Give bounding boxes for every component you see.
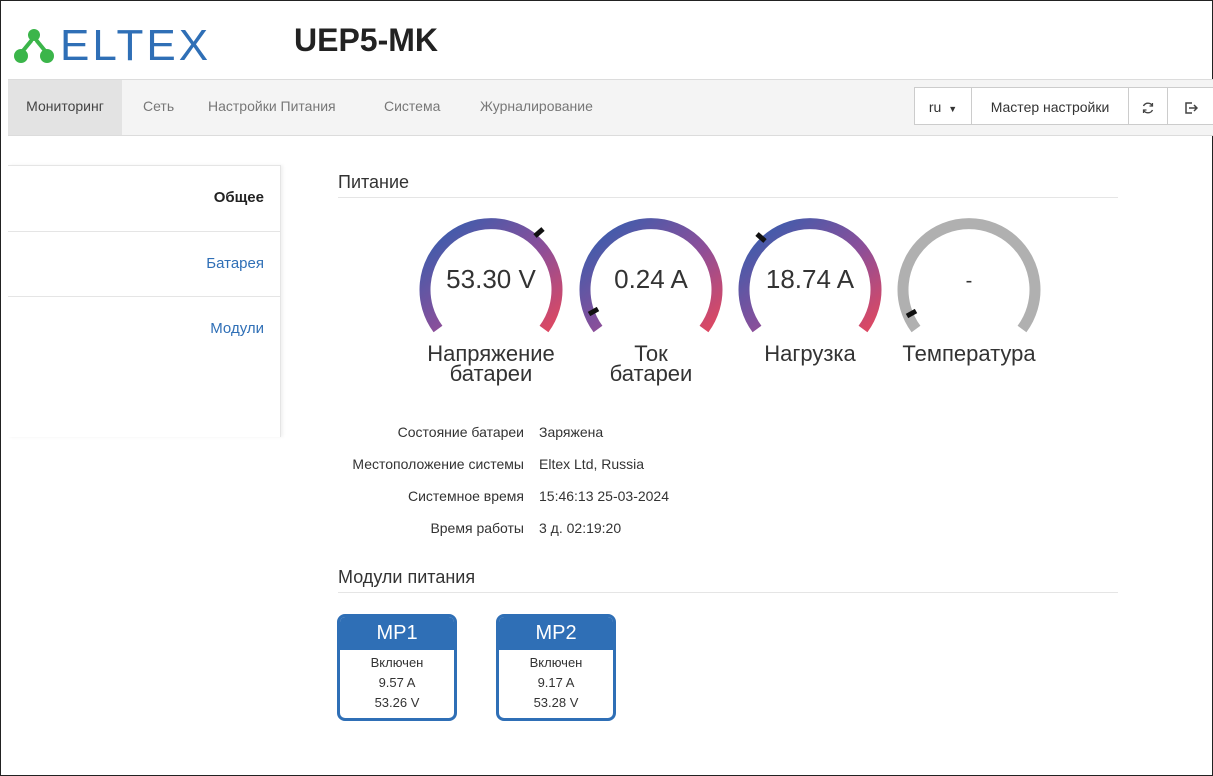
gauge-value: 18.74 A bbox=[765, 264, 855, 294]
module-voltage: 53.26 V bbox=[374, 695, 420, 710]
logout-icon bbox=[1184, 102, 1198, 115]
tab-logging[interactable]: Журналирование bbox=[480, 80, 593, 135]
info-label-location: Местоположение системы bbox=[352, 456, 524, 472]
info-label-system-time: Системное время bbox=[407, 488, 524, 504]
power-module-mp1[interactable]: MP1 Включен 9.57 A 53.26 V bbox=[337, 614, 457, 721]
sidebar-divider bbox=[8, 231, 280, 232]
caret-down-icon: ▼ bbox=[948, 104, 958, 114]
gauge-value: - bbox=[965, 270, 973, 292]
info-value-location: Eltex Ltd, Russia bbox=[539, 456, 645, 472]
sidebar-item-modules[interactable]: Модули bbox=[8, 320, 280, 337]
gauge-value: 0.24 A bbox=[614, 264, 688, 294]
module-voltage: 53.28 V bbox=[533, 695, 579, 710]
language-dropdown[interactable]: ru ▼ bbox=[914, 87, 972, 125]
logout-button[interactable] bbox=[1167, 87, 1213, 125]
gauge-label-line: батареи bbox=[449, 361, 533, 386]
module-current: 9.17 A bbox=[537, 675, 575, 690]
section-divider bbox=[338, 592, 1118, 593]
sidebar-item-general[interactable]: Общее bbox=[8, 189, 280, 206]
gauge-label: Температура bbox=[884, 341, 1054, 366]
sidebar: Общее Батарея Модули bbox=[8, 165, 281, 437]
sidebar-divider bbox=[8, 296, 280, 297]
logo-text: ELTEX bbox=[60, 21, 212, 70]
module-state: Включен bbox=[370, 655, 424, 670]
logo-icon bbox=[14, 29, 54, 63]
tab-system[interactable]: Система bbox=[384, 80, 440, 135]
tab-power-settings[interactable]: Настройки Питания bbox=[208, 80, 336, 135]
gauge-label-line: Температура bbox=[902, 341, 1036, 366]
gauge-label: Напряжение батареи bbox=[400, 343, 582, 386]
gauge-label-line: батареи bbox=[609, 361, 693, 386]
tab-network[interactable]: Сеть bbox=[143, 80, 174, 135]
gauge-value: 53.30 V bbox=[446, 264, 536, 294]
language-value: ru bbox=[928, 99, 942, 115]
refresh-button[interactable] bbox=[1128, 87, 1168, 125]
power-section-title: Питание bbox=[338, 172, 410, 192]
sidebar-divider bbox=[8, 165, 280, 166]
tab-monitoring[interactable]: Мониторинг bbox=[8, 80, 122, 135]
info-label-uptime: Время работы bbox=[430, 520, 524, 536]
info-value-uptime: 3 д. 02:19:20 bbox=[539, 520, 622, 536]
module-state: Включен bbox=[529, 655, 583, 670]
refresh-icon bbox=[1142, 102, 1154, 114]
device-title: UEP5-MK bbox=[294, 22, 439, 58]
info-value-battery-state: Заряжена bbox=[539, 424, 604, 440]
module-name: MP2 bbox=[499, 617, 613, 650]
gauge-label-line: Нагрузка bbox=[764, 341, 856, 366]
module-current: 9.57 A bbox=[378, 675, 416, 690]
sidebar-item-battery[interactable]: Батарея bbox=[8, 255, 280, 272]
gauge-label: Ток батареи bbox=[570, 343, 732, 386]
section-divider bbox=[338, 197, 1118, 198]
info-label-battery-state: Состояние батареи bbox=[397, 424, 524, 440]
info-value-system-time: 15:46:13 25-03-2024 bbox=[539, 488, 669, 504]
modules-section-title: Модули питания bbox=[338, 567, 476, 587]
module-name: MP1 bbox=[340, 617, 454, 650]
power-module-mp2[interactable]: MP2 Включен 9.17 A 53.28 V bbox=[496, 614, 616, 721]
gauge-label: Нагрузка bbox=[730, 341, 890, 366]
eltex-logo: ELTEX bbox=[12, 22, 211, 70]
setup-wizard-button[interactable]: Мастер настройки bbox=[971, 87, 1129, 125]
top-navbar: Мониторинг Сеть Настройки Питания Систем… bbox=[8, 79, 1213, 136]
